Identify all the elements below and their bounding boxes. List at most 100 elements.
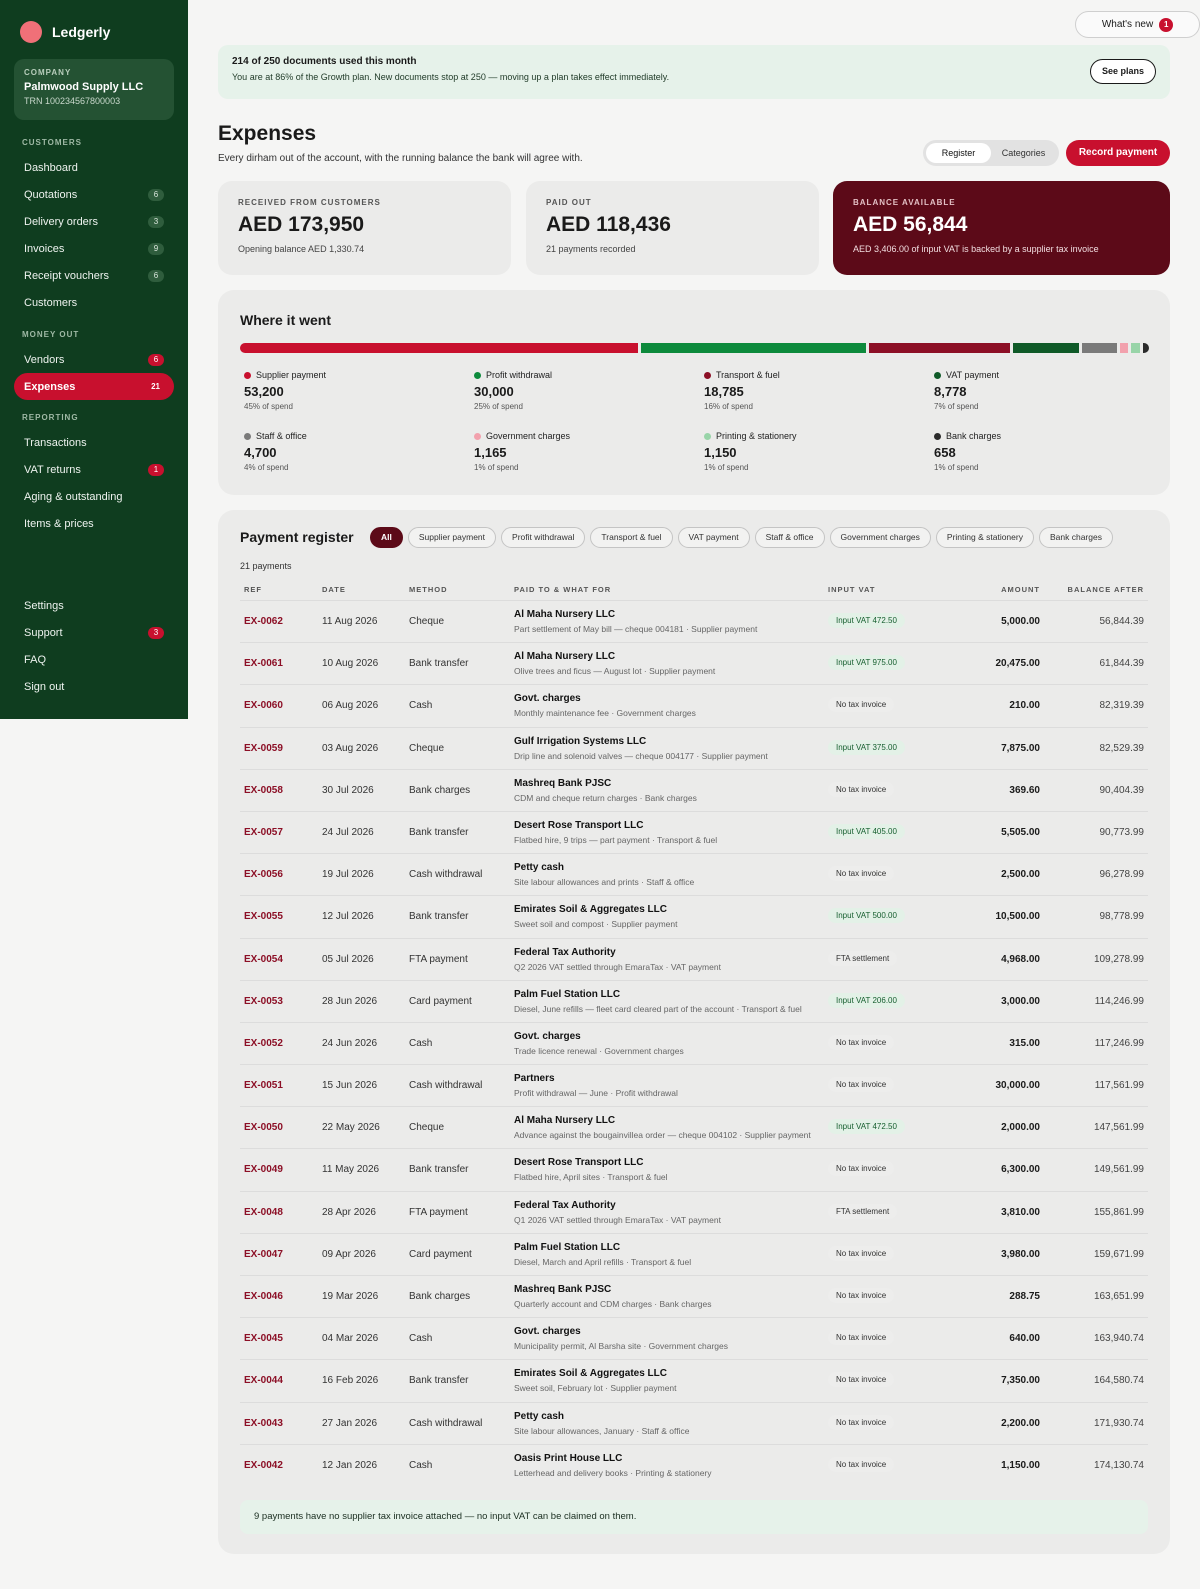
table-row[interactable]: EX-0056 19 Jul 2026 Cash withdrawal Petty c… xyxy=(240,854,1148,897)
col-paid-to[interactable]: PAID TO & WHAT FOR xyxy=(514,585,611,594)
see-plans-button[interactable]: See plans xyxy=(1090,59,1156,84)
legend-item-transport-and-fuel[interactable]: Transport & fuel 18,785 16% of spend xyxy=(704,370,904,411)
row-ref-link[interactable]: EX-0051 xyxy=(244,1080,283,1091)
row-ref-link[interactable]: EX-0050 xyxy=(244,1122,283,1133)
row-ref-link[interactable]: EX-0055 xyxy=(244,911,283,922)
sidebar-item-sign-out[interactable]: Sign out xyxy=(14,673,174,700)
record-payment-button[interactable]: Record payment xyxy=(1066,140,1170,166)
table-row[interactable]: EX-0047 09 Apr 2026 Card payment Palm Fuel … xyxy=(240,1234,1148,1276)
table-row[interactable]: EX-0051 15 Jun 2026 Cash withdrawal Partner… xyxy=(240,1065,1148,1108)
sidebar-item-faq[interactable]: FAQ xyxy=(14,646,174,673)
sidebar-item-settings[interactable]: Settings xyxy=(14,592,174,619)
legend-item-staff-and-office[interactable]: Staff & office 4,700 4% of spend xyxy=(244,431,444,472)
table-row[interactable]: EX-0052 24 Jun 2026 Cash Govt. charges Trade… xyxy=(240,1023,1148,1066)
col-date[interactable]: DATE xyxy=(322,585,346,594)
row-ref-link[interactable]: EX-0054 xyxy=(244,954,283,965)
legend-item-bank-charges[interactable]: Bank charges 658 1% of spend xyxy=(934,431,1134,472)
table-row[interactable]: EX-0045 04 Mar 2026 Cash Govt. charges Munic… xyxy=(240,1318,1148,1361)
table-row[interactable]: EX-0050 22 May 2026 Cheque Al Maha Nursery … xyxy=(240,1107,1148,1150)
sidebar-item-delivery-orders[interactable]: Delivery orders 3 xyxy=(14,208,174,235)
row-ref-link[interactable]: EX-0060 xyxy=(244,700,283,711)
whats-new-button[interactable]: What's new 1 xyxy=(1075,11,1200,38)
legend-percent: 4% of spend xyxy=(244,463,289,472)
row-ref-link[interactable]: EX-0044 xyxy=(244,1375,283,1386)
table-row[interactable]: EX-0043 27 Jan 2026 Cash withdrawal Petty c… xyxy=(240,1403,1148,1445)
sidebar-item-support[interactable]: Support 3 xyxy=(14,619,174,646)
col-input-vat[interactable]: INPUT VAT xyxy=(828,585,875,594)
row-ref-link[interactable]: EX-0052 xyxy=(244,1038,283,1049)
filter-chip-government-charges[interactable]: Government charges xyxy=(829,527,931,548)
company-card[interactable]: COMPANY Palmwood Supply LLC TRN 10023456… xyxy=(14,59,174,120)
table-row[interactable]: EX-0058 30 Jul 2026 Bank charges Mashreq Ba… xyxy=(240,770,1148,812)
sidebar-item-aging-and-outstanding[interactable]: Aging & outstanding xyxy=(14,483,174,510)
sidebar-item-expenses[interactable]: Expenses 21 xyxy=(14,373,174,400)
col-method[interactable]: METHOD xyxy=(409,585,448,594)
row-ref-link[interactable]: EX-0043 xyxy=(244,1418,283,1429)
sidebar-item-transactions[interactable]: Transactions xyxy=(14,429,174,456)
row-ref-link[interactable]: EX-0045 xyxy=(244,1333,283,1344)
table-row[interactable]: EX-0054 05 Jul 2026 FTA payment Federal Tax… xyxy=(240,939,1148,981)
row-ref-link[interactable]: EX-0057 xyxy=(244,827,283,838)
sidebar-item-quotations[interactable]: Quotations 6 xyxy=(14,181,174,208)
row-ref-link[interactable]: EX-0046 xyxy=(244,1291,283,1302)
col-ref[interactable]: REF xyxy=(244,585,262,594)
row-ref-link[interactable]: EX-0049 xyxy=(244,1164,283,1175)
sidebar-item-items-and-prices[interactable]: Items & prices xyxy=(14,510,174,537)
row-ref-link[interactable]: EX-0061 xyxy=(244,658,283,669)
table-row[interactable]: EX-0061 10 Aug 2026 Bank transfer Al Maha N… xyxy=(240,643,1148,686)
row-ref-link[interactable]: EX-0059 xyxy=(244,743,283,754)
col-amount[interactable]: AMOUNT xyxy=(1001,585,1040,594)
sidebar-item-dashboard[interactable]: Dashboard xyxy=(14,154,174,181)
filter-chip-staff-and-office[interactable]: Staff & office xyxy=(754,527,825,548)
filter-chip-transport-and-fuel[interactable]: Transport & fuel xyxy=(590,527,673,548)
row-balance: 174,130.74 xyxy=(1093,1459,1144,1471)
brand[interactable]: Ledgerly xyxy=(0,0,188,44)
legend-item-profit-withdrawal[interactable]: Profit withdrawal 30,000 25% of spend xyxy=(474,370,674,411)
row-description: CDM and cheque return charges · Bank cha… xyxy=(514,792,697,803)
row-ref-link[interactable]: EX-0047 xyxy=(244,1249,283,1260)
legend-item-printing-and-stationery[interactable]: Printing & stationery 1,150 1% of spend xyxy=(704,431,904,472)
row-payee: Federal Tax Authority xyxy=(514,1199,616,1211)
filter-chip-vat-payment[interactable]: VAT payment xyxy=(677,527,750,548)
row-ref-link[interactable]: EX-0062 xyxy=(244,616,283,627)
table-row[interactable]: EX-0059 03 Aug 2026 Cheque Gulf Irrigation … xyxy=(240,728,1148,770)
sidebar-item-invoices[interactable]: Invoices 9 xyxy=(14,235,174,262)
table-row[interactable]: EX-0042 12 Jan 2026 Cash Oasis Print House … xyxy=(240,1445,1148,1487)
table-row[interactable]: EX-0062 11 Aug 2026 Cheque Al Maha Nursery … xyxy=(240,601,1148,644)
table-row[interactable]: EX-0060 06 Aug 2026 Cash Govt. charges Month… xyxy=(240,685,1148,728)
sidebar-item-customers[interactable]: Customers xyxy=(14,289,174,316)
sidebar-item-vendors[interactable]: Vendors 6 xyxy=(14,346,174,373)
tab-categories[interactable]: Categories xyxy=(991,143,1056,163)
sidebar-item-receipt-vouchers[interactable]: Receipt vouchers 6 xyxy=(14,262,174,289)
legend-item-supplier-payment[interactable]: Supplier payment 53,200 45% of spend xyxy=(244,370,444,411)
row-amount: 369.60 xyxy=(1009,784,1040,796)
legend-item-vat-payment[interactable]: VAT payment 8,778 7% of spend xyxy=(934,370,1134,411)
table-row[interactable]: EX-0049 11 May 2026 Bank transfer Desert Ro… xyxy=(240,1149,1148,1192)
table-row[interactable]: EX-0055 12 Jul 2026 Bank transfer Emirates … xyxy=(240,896,1148,939)
row-ref-link[interactable]: EX-0058 xyxy=(244,785,283,796)
tab-register[interactable]: Register xyxy=(926,143,991,163)
row-ref-link[interactable]: EX-0048 xyxy=(244,1207,283,1218)
table-row[interactable]: EX-0046 19 Mar 2026 Bank charges Mashreq Ba… xyxy=(240,1276,1148,1319)
col-balance[interactable]: BALANCE AFTER xyxy=(1068,585,1144,594)
row-vat-badge: No tax invoice xyxy=(828,1034,895,1050)
filter-chip-printing-and-stationery[interactable]: Printing & stationery xyxy=(935,527,1034,548)
table-row[interactable]: EX-0048 28 Apr 2026 FTA payment Federal Tax… xyxy=(240,1192,1148,1234)
sidebar-item-vat-returns[interactable]: VAT returns 1 xyxy=(14,456,174,483)
table-row[interactable]: EX-0057 24 Jul 2026 Bank transfer Desert Ro… xyxy=(240,812,1148,855)
filter-chip-profit-withdrawal[interactable]: Profit withdrawal xyxy=(501,527,586,548)
table-row[interactable]: EX-0053 28 Jun 2026 Card payment Palm Fuel … xyxy=(240,981,1148,1023)
row-amount: 7,350.00 xyxy=(1001,1375,1040,1387)
kpi-paid-out: PAID OUT AED 118,436 21 payments recorde… xyxy=(526,181,819,275)
table-row[interactable]: EX-0044 16 Feb 2026 Bank transfer Emirates … xyxy=(240,1360,1148,1403)
sidebar-item-label: FAQ xyxy=(24,653,47,666)
row-ref-link[interactable]: EX-0053 xyxy=(244,996,283,1007)
legend-value: 1,165 xyxy=(474,445,507,460)
row-balance: 82,529.39 xyxy=(1099,742,1145,754)
filter-chip-supplier-payment[interactable]: Supplier payment xyxy=(407,527,497,548)
filter-chip-all[interactable]: All xyxy=(370,527,403,548)
row-ref-link[interactable]: EX-0042 xyxy=(244,1460,283,1471)
legend-item-government-charges[interactable]: Government charges 1,165 1% of spend xyxy=(474,431,674,472)
row-ref-link[interactable]: EX-0056 xyxy=(244,869,283,880)
filter-chip-bank-charges[interactable]: Bank charges xyxy=(1038,527,1113,548)
